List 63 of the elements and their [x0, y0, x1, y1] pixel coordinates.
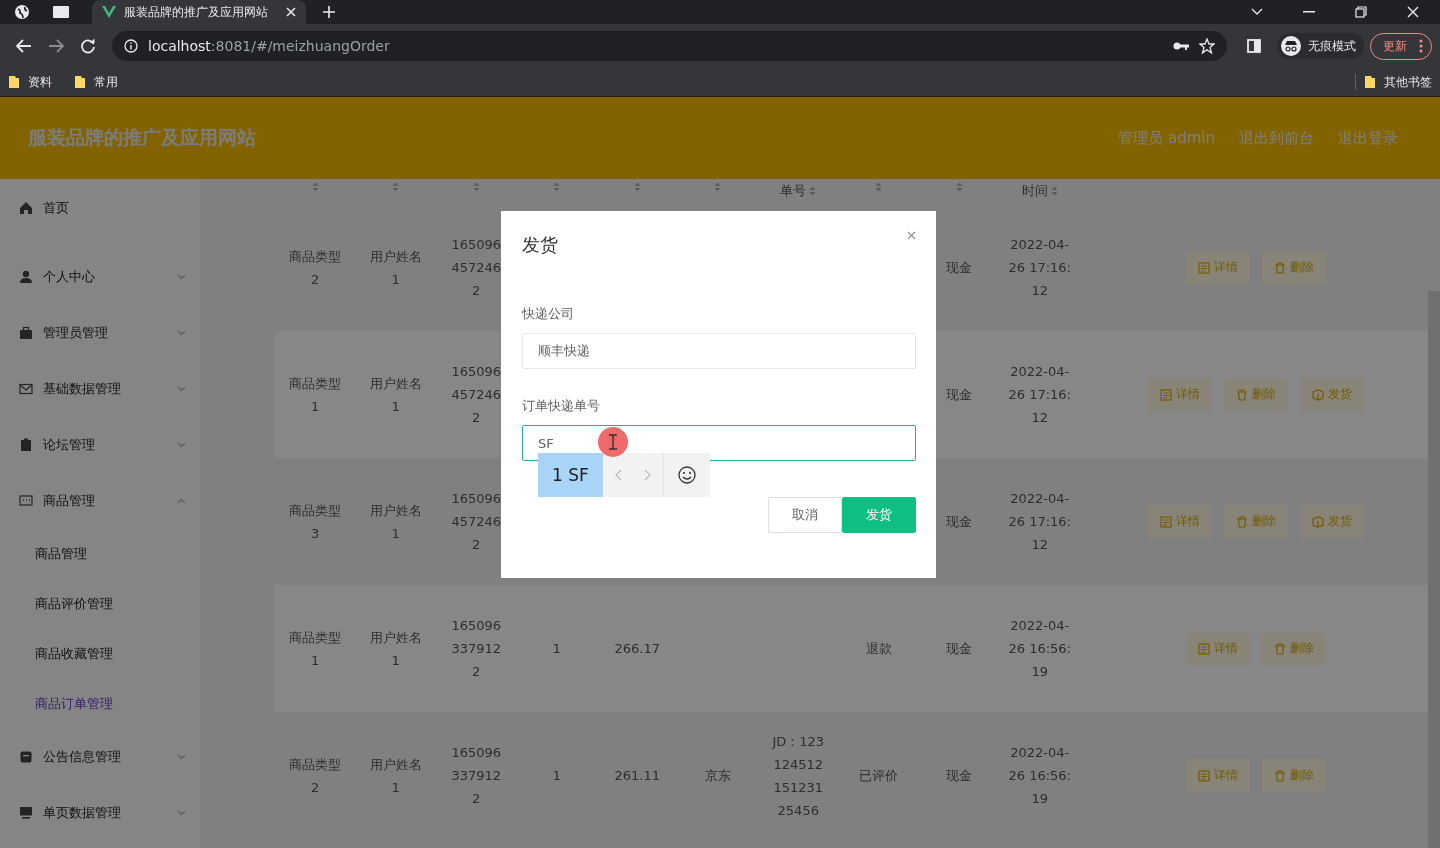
table-cell-text: 商品类型2 — [288, 247, 343, 289]
table-cell-text: 2022-04-26 17:16:12 — [1007, 490, 1072, 554]
table-cell-text: JD：12312451215123125456 — [770, 732, 826, 820]
input-field[interactable]: 顺丰快递 — [522, 333, 916, 369]
table-cell-text: 现金 — [946, 640, 973, 658]
table-cell-text: 1650964572462 — [450, 236, 503, 300]
sidebar-item[interactable]: 基础数据管理 — [0, 361, 200, 417]
bookmark[interactable]: 常用 — [74, 73, 118, 91]
sidebar-item[interactable]: 公告信息管理 — [0, 729, 200, 785]
tab-title: 服装品牌的推广及应用网站 — [124, 3, 269, 21]
table-cell-text: 2022-04-26 17:16:12 — [1007, 236, 1072, 300]
browser-tab[interactable]: 服装品牌的推广及应用网站 — [92, 0, 306, 24]
incognito-profile-button[interactable]: 无痕模式 — [1277, 33, 1364, 59]
table-cell-text: 商品类型1 — [288, 628, 343, 670]
table-cell-text: 已评价 — [859, 767, 899, 785]
field-label: 快递公司 — [522, 305, 575, 323]
sidebar-item[interactable]: 个人中心 — [0, 249, 200, 305]
table-cell-text: 用户姓名1 — [368, 755, 423, 797]
table-cell-text: 1650964572462 — [450, 490, 503, 554]
table-cell-text: 用户姓名1 — [368, 374, 423, 416]
table-cell-text: 现金 — [946, 259, 973, 277]
table-cell-text: 商品类型2 — [288, 755, 343, 797]
table-cell-text: 用户姓名1 — [368, 628, 423, 670]
sidebar-item[interactable]: 首页 — [0, 193, 200, 223]
site-title: 服装品牌的推广及应用网站 — [28, 125, 256, 150]
table-cell-text: 1650963379122 — [450, 744, 503, 808]
address-bar[interactable]: localhost:8081/#/meizhuangOrder — [112, 31, 1227, 61]
bookmark[interactable]: 其他书签 — [1364, 73, 1432, 91]
table-cell-text: 1650964572462 — [450, 363, 503, 427]
sidebar-subitem[interactable]: 商品收藏管理 — [0, 629, 200, 679]
table-cell-text: 1 — [552, 767, 561, 785]
table-cell-text: 商品类型3 — [288, 501, 343, 543]
table-cell-text: 2022-04-26 16:56:19 — [1007, 617, 1072, 681]
table-cell-text: 退款 — [865, 640, 892, 658]
table-cell-text: 商品类型1 — [288, 374, 343, 416]
sidebar-subitem[interactable]: 商品评价管理 — [0, 579, 200, 629]
table-cell-text: 用户姓名1 — [368, 247, 423, 289]
sidebar-item[interactable]: 论坛管理 — [0, 417, 200, 473]
sidebar-subitem[interactable]: 商品订单管理 — [0, 679, 200, 729]
dialog-title: 发货 — [522, 233, 558, 257]
table-cell-text: 1650963379122 — [450, 617, 503, 681]
table-cell-text: 2022-04-26 17:16:12 — [1007, 363, 1072, 427]
column-header[interactable]: 单号 — [780, 182, 807, 200]
url-text[interactable]: localhost:8081/#/meizhuangOrder — [148, 38, 390, 54]
table-cell-text: 266.17 — [614, 640, 660, 658]
field-label: 订单快递单号 — [522, 397, 601, 415]
profile-label: 无痕模式 — [1308, 37, 1356, 55]
ime-candidate[interactable]: 1 SF — [538, 453, 603, 497]
table-cell-text: 261.11 — [614, 767, 660, 785]
table-cell-text: 现金 — [946, 767, 973, 785]
cancel-button[interactable]: 取消 — [768, 497, 842, 533]
column-header[interactable]: 时间 — [1021, 182, 1048, 200]
sidebar-item[interactable]: 单页数据管理 — [0, 785, 200, 841]
bookmark[interactable]: 资料 — [8, 73, 52, 91]
sidebar-subitem[interactable]: 商品管理 — [0, 529, 200, 579]
table-cell-text: 2022-04-26 16:56:19 — [1007, 744, 1072, 808]
table-cell-text: 京东 — [704, 767, 731, 785]
table-cell-text: 1 — [552, 640, 561, 658]
table-cell-text: 现金 — [946, 513, 973, 531]
table-cell-text: 现金 — [946, 386, 973, 404]
table-cell-text: 用户姓名1 — [368, 501, 423, 543]
sidebar-item[interactable]: 管理员管理 — [0, 305, 200, 361]
sidebar-item[interactable]: 商品管理 — [0, 473, 200, 529]
